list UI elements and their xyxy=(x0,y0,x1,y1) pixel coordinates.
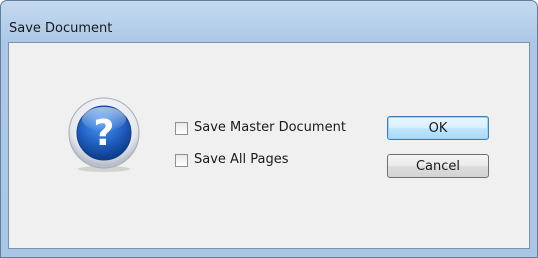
save-all-pages-label: Save All Pages xyxy=(194,152,289,167)
window-title: Save Document xyxy=(9,21,113,36)
title-bar[interactable]: Save Document xyxy=(1,1,537,41)
svg-text:?: ? xyxy=(94,113,115,154)
save-master-document-label: Save Master Document xyxy=(194,120,346,135)
cancel-button[interactable]: Cancel xyxy=(387,154,489,178)
save-master-document-checkbox[interactable] xyxy=(175,121,188,135)
dialog-body: ? Save Master Document Save All Pages OK… xyxy=(8,42,530,249)
save-document-window: Save Document ? Save Master Document Sav… xyxy=(0,0,538,258)
save-master-document-option[interactable]: Save Master Document xyxy=(175,120,346,136)
save-all-pages-option[interactable]: Save All Pages xyxy=(175,152,289,168)
ok-button[interactable]: OK xyxy=(387,116,489,140)
question-icon: ? xyxy=(68,97,140,172)
save-all-pages-checkbox[interactable] xyxy=(175,153,188,167)
